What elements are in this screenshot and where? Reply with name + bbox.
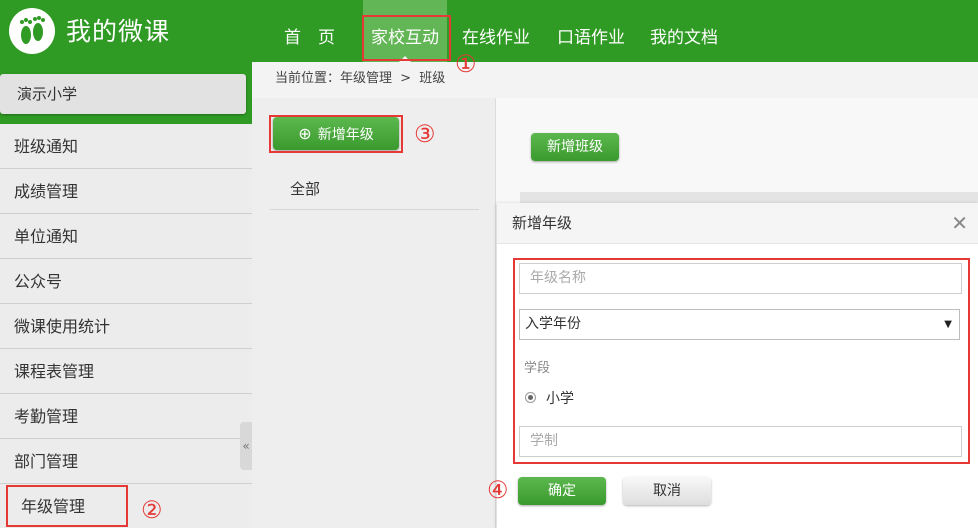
grade-list-item-all[interactable]: 全部: [270, 168, 479, 210]
add-class-button[interactable]: 新增班级: [531, 133, 619, 161]
breadcrumb-item-class: 班级: [419, 71, 446, 86]
breadcrumb: 当前位置：年级管理 > 班级: [252, 62, 978, 98]
close-icon[interactable]: ✕: [951, 203, 968, 243]
sidebar-item-microcourse-stats[interactable]: 微课使用统计: [0, 304, 252, 349]
sidebar-item-class-notice[interactable]: 班级通知: [0, 124, 252, 169]
sidebar-item-department[interactable]: 部门管理: [0, 439, 252, 484]
annotation-box-form: [513, 258, 970, 464]
app-title: 我的微课: [66, 17, 171, 46]
school-selector[interactable]: 演示小学: [0, 74, 246, 114]
annotation-box-1: [362, 15, 451, 61]
sidebar-item-public-account[interactable]: 公众号: [0, 259, 252, 304]
sidebar-item-grades[interactable]: 成绩管理: [0, 169, 252, 214]
top-header: 我的微课 首 页 家校互动 在线作业 口语作业 我的文档: [0, 0, 978, 62]
nav-my-documents[interactable]: 我的文档: [650, 0, 718, 62]
annotation-box-3: [269, 115, 403, 153]
annotation-number-3: ③: [414, 120, 436, 148]
breadcrumb-prefix: 当前位置：: [275, 71, 341, 86]
nav-oral-homework[interactable]: 口语作业: [557, 0, 625, 62]
nav-home[interactable]: 首 页: [284, 0, 335, 62]
annotation-number-2: ②: [141, 496, 163, 524]
dialog-title-text: 新增年级: [512, 214, 573, 232]
footprint-logo-icon: [9, 8, 55, 54]
annotation-box-2: [6, 485, 128, 527]
annotation-number-1: ①: [455, 50, 477, 78]
dialog-title: 新增年级 ✕: [497, 203, 978, 244]
sidebar: 演示小学 班级通知 成绩管理 单位通知 公众号 微课使用统计 课程表管理 考勤管…: [0, 62, 252, 528]
confirm-button[interactable]: 确定: [518, 477, 606, 505]
sidebar-item-unit-notice[interactable]: 单位通知: [0, 214, 252, 259]
sidebar-item-attendance[interactable]: 考勤管理: [0, 394, 252, 439]
annotation-number-4: ④: [487, 476, 509, 504]
breadcrumb-separator: >: [400, 71, 412, 86]
breadcrumb-item-grade-management[interactable]: 年级管理: [340, 71, 392, 86]
collapse-sidebar-icon[interactable]: «: [240, 422, 252, 470]
grade-list-panel: [252, 98, 496, 528]
sidebar-item-timetable[interactable]: 课程表管理: [0, 349, 252, 394]
cancel-button[interactable]: 取消: [623, 477, 711, 505]
